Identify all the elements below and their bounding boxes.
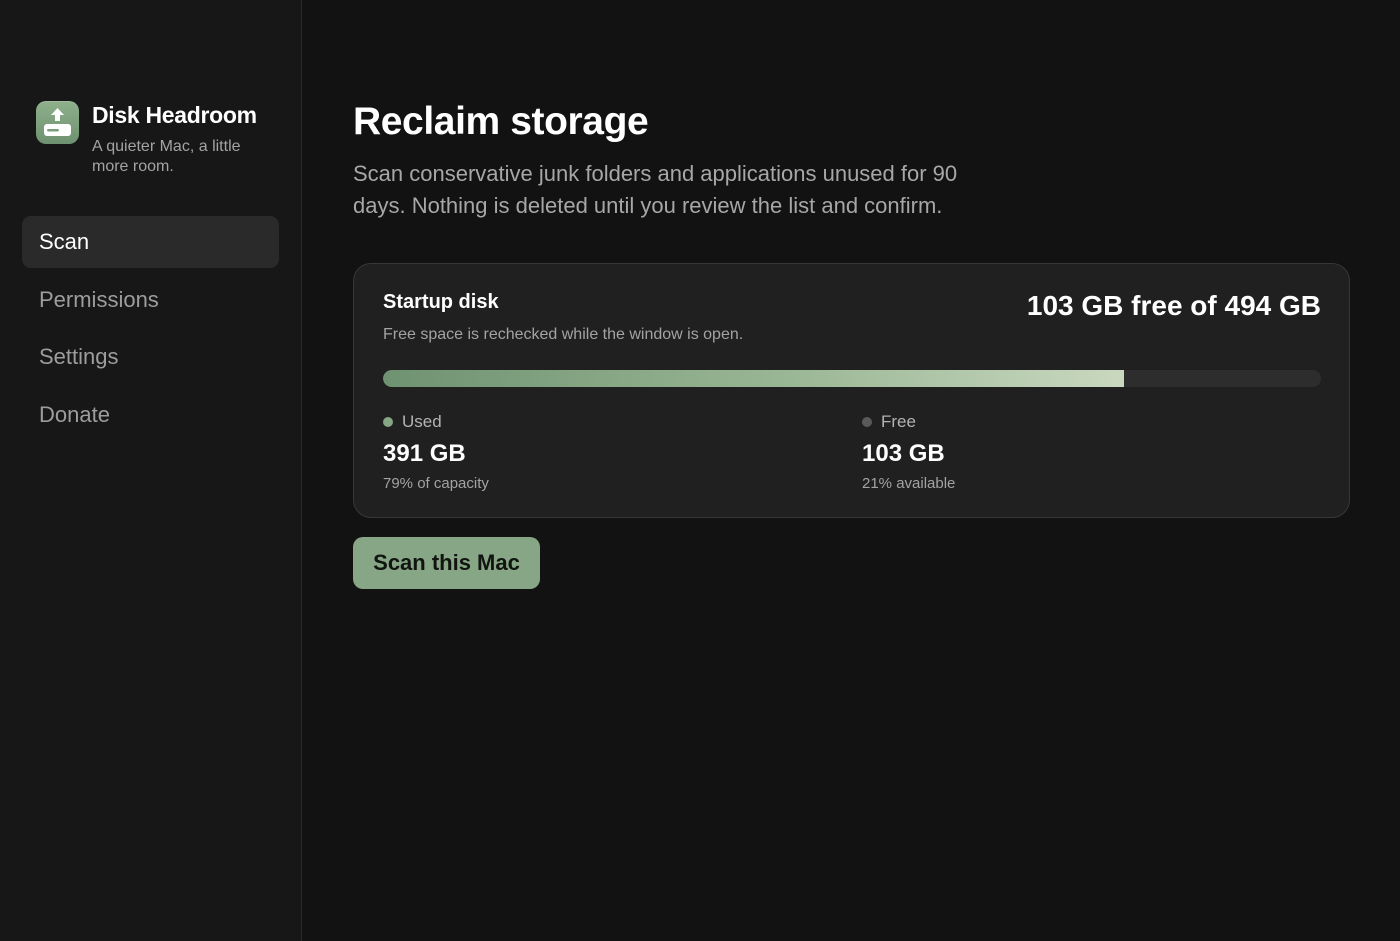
disk-upload-icon [36,101,79,144]
free-label: Free [881,412,916,431]
free-note: 21% available [862,475,956,492]
free-stat: Free 103 GB 21% available [862,412,955,492]
app-tagline: A quieter Mac, a little more room. [92,138,241,175]
used-stat: Used 391 GB 79% of capacity [383,412,489,492]
page-title: Reclaim storage [353,100,649,143]
app-name: Disk Headroom [92,102,257,128]
sidebar-nav: Scan Permissions Settings Donate [22,216,279,446]
disk-usage-bar [383,370,1321,387]
card-title: Startup disk [383,291,499,313]
app-window: Disk Headroom A quieter Mac, a little mo… [0,0,1400,941]
sidebar: Disk Headroom A quieter Mac, a little mo… [0,0,302,941]
used-value: 391 GB [383,440,466,467]
disk-usage-bar-fill [383,370,1125,387]
free-space-summary: 103 GB free of 494 GB [1026,290,1321,321]
used-note: 79% of capacity [383,475,489,492]
sidebar-item-settings[interactable]: Settings [22,331,279,383]
scan-this-mac-button[interactable]: Scan this Mac [353,537,540,589]
used-label: Used [402,412,442,431]
page-subtitle: Scan conservative junk folders and appli… [353,161,958,218]
used-legend-dot [383,417,393,427]
free-legend-dot [862,417,872,427]
sidebar-item-donate[interactable]: Donate [22,389,279,441]
free-value: 103 GB [862,440,945,467]
sidebar-item-scan[interactable]: Scan [22,216,279,268]
sidebar-item-permissions[interactable]: Permissions [22,274,279,326]
startup-disk-card: Startup disk Free space is rechecked whi… [353,263,1350,518]
card-subtitle: Free space is rechecked while the window… [383,326,744,343]
